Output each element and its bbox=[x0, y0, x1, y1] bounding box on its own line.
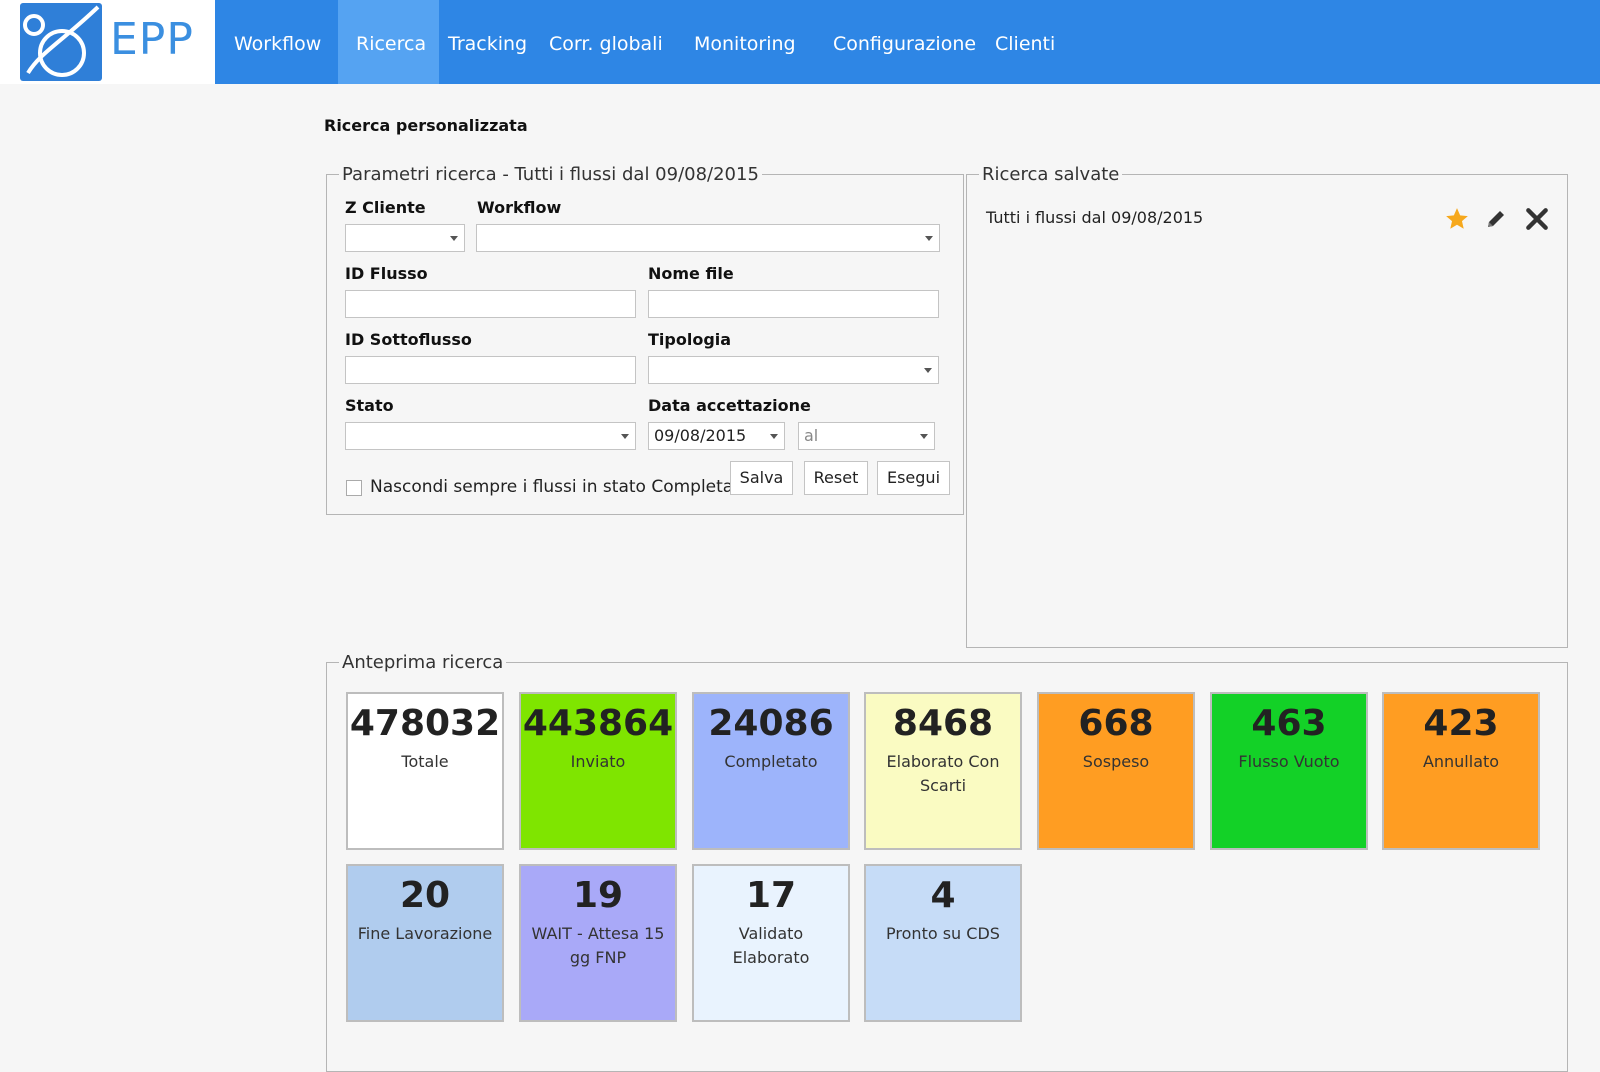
search-params-legend: Parametri ricerca - Tutti i flussi dal 0… bbox=[342, 164, 759, 185]
tile-count: 463 bbox=[1251, 703, 1327, 744]
tile-label: Completato bbox=[724, 752, 818, 771]
stato-select[interactable] bbox=[345, 422, 636, 450]
id-flusso-input[interactable] bbox=[345, 290, 636, 318]
preview-legend: Anteprima ricerca bbox=[342, 652, 504, 673]
chevron-down-icon bbox=[920, 434, 928, 439]
tile-label: Flusso Vuoto bbox=[1238, 752, 1340, 771]
nav-workflow[interactable]: Workflow bbox=[216, 0, 339, 84]
status-tile-validato-elaborato[interactable]: 17 Validato Elaborato bbox=[692, 864, 850, 1022]
data-accettazione-label: Data accettazione bbox=[648, 396, 811, 415]
tile-count: 668 bbox=[1078, 703, 1154, 744]
status-tile-pronto-su-cds[interactable]: 4 Pronto su CDS bbox=[864, 864, 1022, 1022]
tile-count: 24086 bbox=[708, 703, 834, 744]
tile-label: WAIT - Attesa 15 gg FNP bbox=[531, 924, 665, 967]
status-tile-sospeso[interactable]: 668 Sospeso bbox=[1037, 692, 1195, 850]
stato-label: Stato bbox=[345, 396, 394, 415]
z-cliente-select[interactable] bbox=[345, 224, 465, 252]
workflow-label: Workflow bbox=[477, 198, 562, 217]
nav-configurazione[interactable]: Configurazione bbox=[815, 0, 994, 84]
tile-label: Pronto su CDS bbox=[886, 924, 1000, 943]
status-tile-elaborato-con-scarti[interactable]: 8468 Elaborato Con Scarti bbox=[864, 692, 1022, 850]
saved-search-item[interactable]: Tutti i flussi dal 09/08/2015 bbox=[986, 208, 1203, 227]
nome-file-input[interactable] bbox=[648, 290, 939, 318]
date-from-value: 09/08/2015 bbox=[654, 426, 747, 445]
tile-count: 17 bbox=[745, 875, 797, 916]
id-flusso-label: ID Flusso bbox=[345, 264, 428, 283]
chevron-down-icon bbox=[925, 236, 933, 241]
logo-text: EPP bbox=[110, 14, 194, 65]
tile-label: Totale bbox=[401, 752, 449, 771]
workflow-select[interactable] bbox=[476, 224, 940, 252]
page-title: Ricerca personalizzata bbox=[324, 116, 528, 135]
close-icon[interactable] bbox=[1524, 206, 1550, 236]
date-to-picker[interactable]: al bbox=[798, 422, 935, 450]
id-sottoflusso-input[interactable] bbox=[345, 356, 636, 384]
tile-label: Fine Lavorazione bbox=[357, 924, 493, 943]
tile-label: Inviato bbox=[570, 752, 626, 771]
chevron-down-icon bbox=[621, 434, 629, 439]
tile-label: Elaborato Con Scarti bbox=[886, 752, 1000, 795]
tile-count: 4 bbox=[930, 875, 956, 916]
tipologia-label: Tipologia bbox=[648, 330, 732, 349]
hide-completed-checkbox[interactable] bbox=[346, 480, 362, 496]
save-button[interactable]: Salva bbox=[730, 461, 793, 495]
nav-clienti[interactable]: Clienti bbox=[977, 0, 1073, 84]
brand-logo[interactable]: EPP bbox=[0, 0, 215, 84]
tile-count: 443864 bbox=[522, 703, 674, 744]
tile-label: Annullato bbox=[1422, 752, 1500, 771]
nav-monitoring[interactable]: Monitoring bbox=[676, 0, 814, 84]
tile-count: 19 bbox=[572, 875, 624, 916]
tile-count: 478032 bbox=[349, 703, 501, 744]
status-tile-completato[interactable]: 24086 Completato bbox=[692, 692, 850, 850]
saved-searches-panel: Ricerca salvate bbox=[966, 164, 1568, 648]
tile-count: 423 bbox=[1423, 703, 1499, 744]
status-tile-wait-attesa[interactable]: 19 WAIT - Attesa 15 gg FNP bbox=[519, 864, 677, 1022]
date-to-placeholder: al bbox=[804, 426, 819, 445]
top-navbar: EPP Workflow Ricerca Tracking Corr. glob… bbox=[0, 0, 1600, 84]
star-icon[interactable] bbox=[1444, 206, 1470, 236]
logo-mark-icon bbox=[20, 3, 102, 81]
tile-count: 20 bbox=[399, 875, 451, 916]
z-cliente-label: Z Cliente bbox=[345, 198, 426, 217]
status-tile-inviato[interactable]: 443864 Inviato bbox=[519, 692, 677, 850]
status-tile-flusso-vuoto[interactable]: 463 Flusso Vuoto bbox=[1210, 692, 1368, 850]
nome-file-label: Nome file bbox=[648, 264, 734, 283]
nav-ricerca[interactable]: Ricerca bbox=[338, 0, 439, 84]
status-tile-totale[interactable]: 478032 Totale bbox=[346, 692, 504, 850]
edit-icon[interactable] bbox=[1484, 206, 1508, 236]
run-button[interactable]: Esegui bbox=[877, 461, 950, 495]
reset-button[interactable]: Reset bbox=[804, 461, 868, 495]
nav-corr-globali[interactable]: Corr. globali bbox=[531, 0, 681, 84]
tile-count: 8468 bbox=[892, 703, 994, 744]
id-sottoflusso-label: ID Sottoflusso bbox=[345, 330, 472, 349]
chevron-down-icon bbox=[770, 434, 778, 439]
nav-tracking[interactable]: Tracking bbox=[430, 0, 545, 84]
status-tile-fine-lavorazione[interactable]: 20 Fine Lavorazione bbox=[346, 864, 504, 1022]
tile-label: Validato Elaborato bbox=[732, 924, 810, 967]
tile-label: Sospeso bbox=[1082, 752, 1150, 771]
tipologia-select[interactable] bbox=[648, 356, 939, 384]
date-from-picker[interactable]: 09/08/2015 bbox=[648, 422, 785, 450]
status-tile-annullato[interactable]: 423 Annullato bbox=[1382, 692, 1540, 850]
chevron-down-icon bbox=[450, 236, 458, 241]
saved-searches-legend: Ricerca salvate bbox=[982, 164, 1120, 185]
chevron-down-icon bbox=[924, 368, 932, 373]
hide-completed-label: Nascondi sempre i flussi in stato Comple… bbox=[370, 477, 751, 497]
